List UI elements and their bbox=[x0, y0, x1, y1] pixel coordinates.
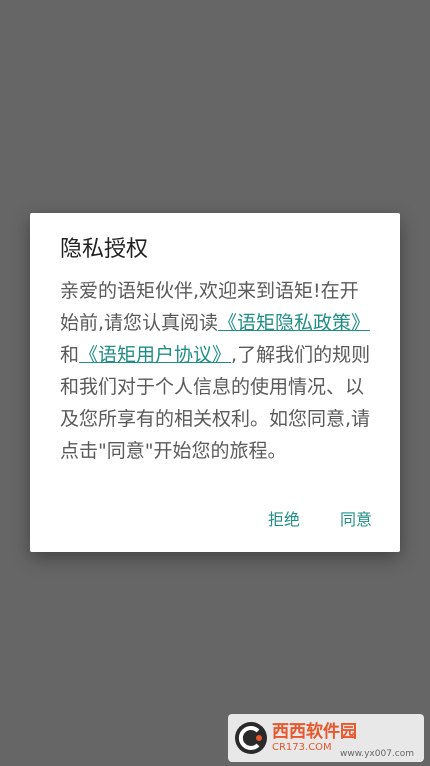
reject-button[interactable]: 拒绝 bbox=[268, 506, 300, 530]
user-agreement-link[interactable]: 《语矩用户协议》 bbox=[79, 344, 231, 366]
privacy-authorization-dialog: 隐私授权 亲爱的语矩伙伴,欢迎来到语矩!在开始前,请您认真阅读《语矩隐私政策》和… bbox=[30, 213, 400, 552]
dialog-message: 亲爱的语矩伙伴,欢迎来到语矩!在开始前,请您认真阅读《语矩隐私政策》和《语矩用户… bbox=[60, 275, 372, 467]
message-and: 和 bbox=[60, 344, 80, 366]
watermark-brand: 西西软件园 bbox=[272, 722, 357, 743]
watermark: 西西软件园 CR173.COM www.yx007.com bbox=[228, 714, 424, 762]
agree-button[interactable]: 同意 bbox=[340, 506, 372, 530]
watermark-url: www.yx007.com bbox=[339, 749, 414, 759]
privacy-policy-link[interactable]: 《语矩隐私政策》 bbox=[218, 312, 370, 334]
dialog-title: 隐私授权 bbox=[60, 237, 149, 262]
brand-logo-icon bbox=[235, 722, 267, 754]
dialog-actions: 拒绝 同意 bbox=[268, 506, 372, 530]
